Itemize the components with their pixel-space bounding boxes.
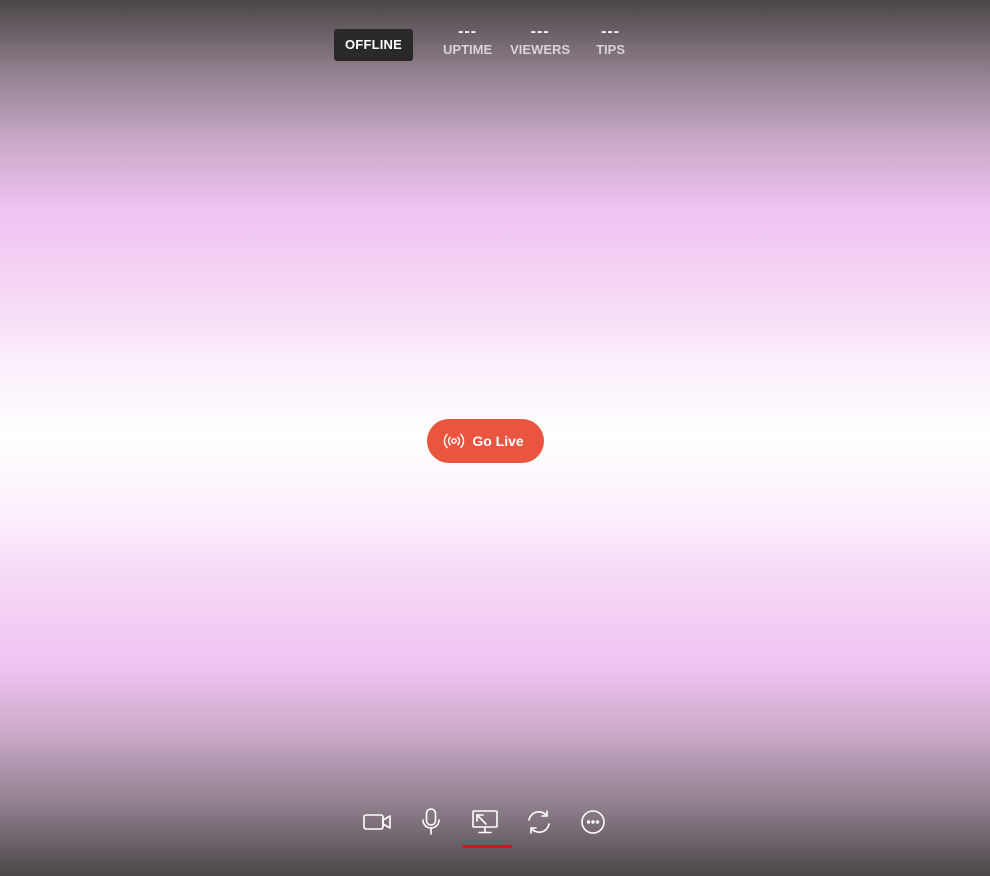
broadcast-icon <box>443 432 465 450</box>
screen-share-button[interactable] <box>462 805 512 848</box>
refresh-icon <box>526 809 552 835</box>
microphone-toggle-button[interactable] <box>414 805 448 839</box>
switch-source-button[interactable] <box>522 805 556 839</box>
more-options-button[interactable] <box>576 805 610 839</box>
stat-tips: --- TIPS <box>596 22 625 58</box>
microphone-icon <box>420 807 442 837</box>
more-options-icon <box>580 809 606 835</box>
stat-viewers: --- VIEWERS <box>510 22 570 58</box>
screen-share-icon <box>471 809 499 835</box>
viewers-label: VIEWERS <box>510 42 571 57</box>
go-live-button[interactable]: Go Live <box>427 419 544 463</box>
media-toolbar <box>360 805 610 848</box>
viewers-value: --- <box>530 23 550 40</box>
camera-toggle-button[interactable] <box>360 805 394 839</box>
video-camera-icon <box>362 811 392 833</box>
tips-value: --- <box>601 23 621 40</box>
tips-label: TIPS <box>596 42 626 57</box>
stat-uptime: --- UPTIME <box>443 22 492 58</box>
go-live-label: Go Live <box>472 433 524 449</box>
stream-stage: OFFLINE --- UPTIME --- VIEWERS --- TIPS … <box>0 0 990 876</box>
uptime-value: --- <box>458 23 478 40</box>
offline-badge: OFFLINE <box>334 29 414 61</box>
uptime-label: UPTIME <box>443 42 493 57</box>
active-tab-indicator <box>462 845 512 848</box>
stream-status-bar: OFFLINE --- UPTIME --- VIEWERS --- TIPS <box>334 22 625 61</box>
